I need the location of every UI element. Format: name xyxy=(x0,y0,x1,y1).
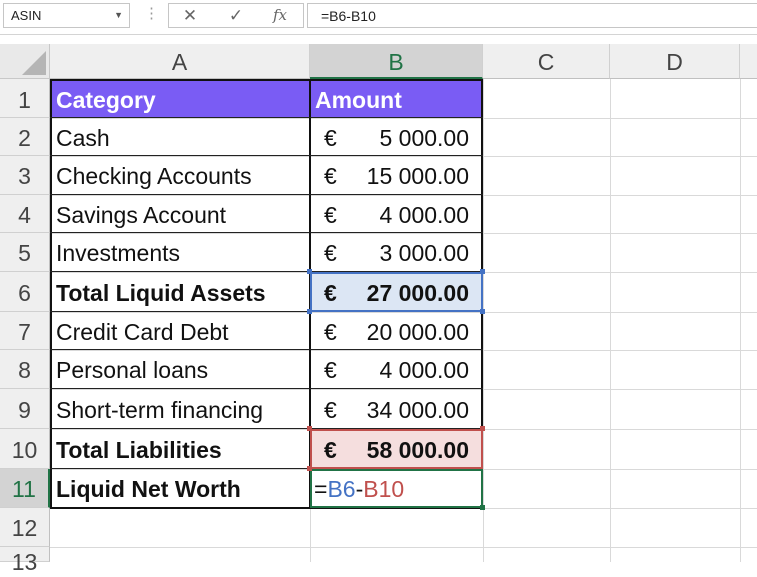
currency-symbol: € xyxy=(324,202,337,228)
amount-value: 15 000.00 xyxy=(366,163,469,189)
name-box[interactable]: ASIN ▼ xyxy=(3,3,130,28)
gridline xyxy=(610,79,611,562)
cell-amount[interactable]: €34 000.00 xyxy=(310,389,483,429)
cell-amount[interactable]: €5 000.00 xyxy=(310,118,483,156)
cell-category[interactable]: Investments xyxy=(51,233,310,272)
insert-function-icon[interactable]: fx xyxy=(265,5,295,26)
resize-handle[interactable] xyxy=(307,269,312,274)
cell-category[interactable]: Short-term financing xyxy=(51,389,310,429)
cell-amount[interactable]: €15 000.00 xyxy=(310,156,483,195)
gridline xyxy=(50,508,757,509)
reference-outline-b10 xyxy=(310,429,483,469)
select-all-button[interactable] xyxy=(0,44,50,79)
amount-value: 34 000.00 xyxy=(366,397,469,423)
table-divider xyxy=(50,232,483,233)
row-header-7[interactable]: 7 xyxy=(0,312,50,350)
table-divider xyxy=(50,117,483,118)
header-category[interactable]: Category xyxy=(51,80,310,118)
gridline xyxy=(483,79,484,562)
active-cell-outline xyxy=(310,469,483,508)
currency-symbol: € xyxy=(324,357,337,383)
resize-handle[interactable] xyxy=(307,426,312,431)
amount-value: 20 000.00 xyxy=(366,319,469,345)
row-header-3[interactable]: 3 xyxy=(0,156,50,195)
cell-category-total[interactable]: Total Liquid Assets xyxy=(51,272,310,312)
table-divider xyxy=(50,349,483,350)
resize-handle[interactable] xyxy=(480,269,485,274)
table-divider xyxy=(50,388,483,389)
column-header-c[interactable]: C xyxy=(483,44,610,79)
fill-handle[interactable] xyxy=(480,505,485,510)
row-header-9[interactable]: 9 xyxy=(0,389,50,429)
cell-amount[interactable]: €20 000.00 xyxy=(310,312,483,350)
amount-value: 4 000.00 xyxy=(379,357,469,383)
reference-outline-b6 xyxy=(310,272,483,312)
resize-handle[interactable] xyxy=(480,426,485,431)
row-header-12[interactable]: 12 xyxy=(0,508,50,547)
currency-symbol: € xyxy=(324,163,337,189)
cell-category-total[interactable]: Total Liabilities xyxy=(51,429,310,469)
cell-category[interactable]: Personal loans xyxy=(51,350,310,389)
cell-net-worth-label[interactable]: Liquid Net Worth xyxy=(51,469,310,508)
amount-value: 4 000.00 xyxy=(379,202,469,228)
row-header-2[interactable]: 2 xyxy=(0,118,50,156)
gridline xyxy=(740,79,741,562)
column-header-e[interactable] xyxy=(740,44,757,79)
row-header-1[interactable]: 1 xyxy=(0,79,50,118)
row-header-8[interactable]: 8 xyxy=(0,350,50,389)
table-divider xyxy=(50,155,483,156)
vertical-dots-icon: ⋮ xyxy=(144,5,159,22)
row-header-4[interactable]: 4 xyxy=(0,195,50,233)
enter-check-icon[interactable]: ✓ xyxy=(221,5,251,26)
column-header-b[interactable]: B xyxy=(310,44,483,79)
cell-category[interactable]: Cash xyxy=(51,118,310,156)
row-header-13[interactable]: 13 xyxy=(0,547,50,575)
amount-value: 3 000.00 xyxy=(379,240,469,266)
cancel-icon[interactable]: ✕ xyxy=(175,5,205,26)
cell-amount[interactable]: €4 000.00 xyxy=(310,350,483,389)
column-header-a[interactable]: A xyxy=(50,44,310,79)
resize-handle[interactable] xyxy=(480,309,485,314)
cell-category[interactable]: Checking Accounts xyxy=(51,156,310,195)
row-header-11[interactable]: 11 xyxy=(0,469,50,508)
gridline xyxy=(50,547,757,548)
cell-amount[interactable]: €3 000.00 xyxy=(310,233,483,272)
name-box-value: ASIN xyxy=(11,8,42,23)
amount-value: 5 000.00 xyxy=(379,125,469,151)
currency-symbol: € xyxy=(324,240,337,266)
resize-handle[interactable] xyxy=(307,309,312,314)
row-header-5[interactable]: 5 xyxy=(0,233,50,272)
chevron-down-icon[interactable]: ▼ xyxy=(114,10,123,20)
header-amount[interactable]: Amount xyxy=(310,80,483,118)
currency-symbol: € xyxy=(324,319,337,345)
table-divider xyxy=(50,194,483,195)
row-header-6[interactable]: 6 xyxy=(0,272,50,312)
currency-symbol: € xyxy=(324,397,337,423)
row-header-10[interactable]: 10 xyxy=(0,429,50,469)
formula-buttons: ✕ ✓ fx xyxy=(168,3,304,28)
select-all-icon xyxy=(22,51,46,75)
cell-category[interactable]: Credit Card Debt xyxy=(51,312,310,350)
formula-input[interactable]: =B6-B10 xyxy=(307,3,757,28)
cell-category[interactable]: Savings Account xyxy=(51,195,310,233)
resize-handle[interactable] xyxy=(307,466,312,471)
column-header-d[interactable]: D xyxy=(610,44,740,79)
currency-symbol: € xyxy=(324,125,337,151)
formula-bar: ASIN ▼ ⋮ ✕ ✓ fx =B6-B10 xyxy=(0,0,757,35)
cell-amount[interactable]: €4 000.00 xyxy=(310,195,483,233)
formula-text: =B6-B10 xyxy=(321,8,376,24)
